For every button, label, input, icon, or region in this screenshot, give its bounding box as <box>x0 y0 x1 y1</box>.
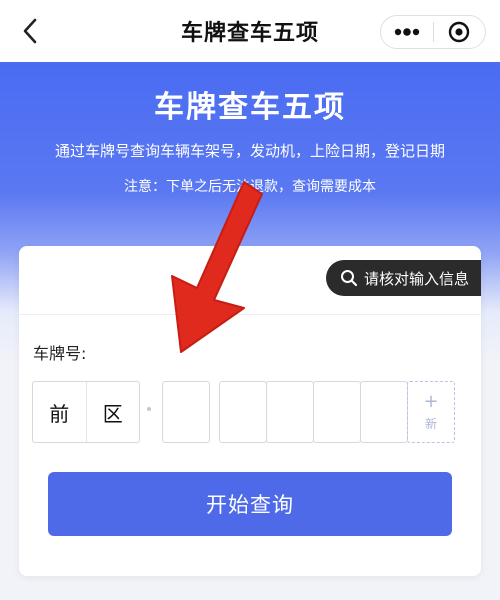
nav-title: 车牌查车五项 <box>180 21 319 46</box>
plate-separator-dot <box>147 407 151 411</box>
plate-char-input-4[interactable] <box>313 381 361 443</box>
plate-char-input-5[interactable] <box>360 381 408 443</box>
province-selector[interactable]: 前 <box>33 382 86 442</box>
plate-prefix-selector[interactable]: 前 区 <box>32 381 140 443</box>
new-energy-input[interactable]: + 新 <box>407 381 455 443</box>
verify-tip-text: 请核对输入信息 <box>363 269 469 288</box>
new-energy-label: 新 <box>424 416 437 431</box>
plate-char-input-3[interactable] <box>266 381 314 443</box>
hero-notice: 注意：下单之后无法退款，查询需要成本 <box>124 179 376 195</box>
mini-program-capsule <box>380 15 486 49</box>
region-selector[interactable]: 区 <box>86 382 139 442</box>
verify-tip-chip: 请核对输入信息 <box>325 260 481 296</box>
plus-icon: + <box>423 390 439 412</box>
target-close-icon <box>449 21 470 43</box>
search-icon <box>340 269 358 287</box>
plate-number-label: 车牌号: <box>33 344 87 363</box>
more-button[interactable] <box>381 16 433 48</box>
start-query-button[interactable]: 开始查询 <box>48 472 452 536</box>
nav-bar: 车牌查车五项 <box>0 0 500 62</box>
more-dots-icon <box>394 28 419 36</box>
hero-title: 车牌查车五项 <box>154 90 346 125</box>
plate-char-input-2[interactable] <box>219 381 267 443</box>
close-button[interactable] <box>433 16 485 48</box>
hero-description: 通过车牌号查询车辆车架号，发动机，上险日期，登记日期 <box>54 142 445 160</box>
card-divider <box>19 314 481 315</box>
chevron-left-icon <box>23 18 37 44</box>
query-card: 请核对输入信息 车牌号: 前 区 + 新 开始查询 <box>19 246 481 576</box>
plate-char-input-1[interactable] <box>162 381 210 443</box>
back-button[interactable] <box>16 16 44 46</box>
